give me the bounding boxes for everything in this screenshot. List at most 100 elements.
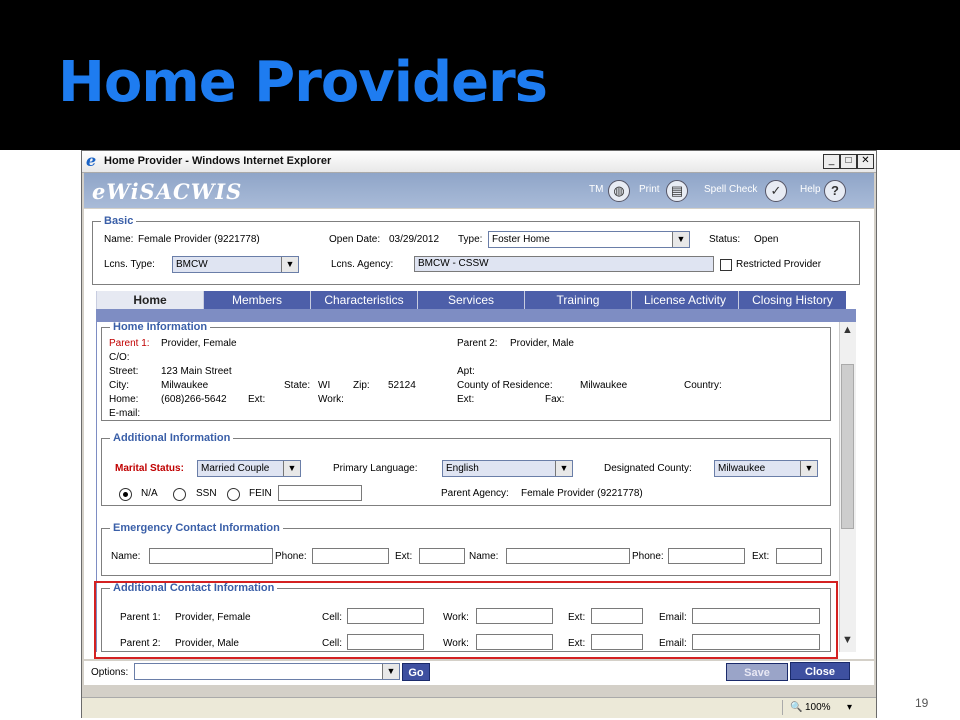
name-value: Female Provider (9221778)	[138, 234, 260, 245]
emergency-ext-label-2: Ext:	[752, 551, 770, 562]
co-label: C/O:	[109, 352, 130, 363]
street-value: 123 Main Street	[161, 366, 232, 377]
emergency-name-label-2: Name:	[469, 551, 499, 562]
tab-training[interactable]: Training	[524, 291, 631, 309]
city-label: City:	[109, 380, 129, 391]
work-ext-label: Ext:	[457, 394, 475, 405]
emergency-ext-input-2[interactable]	[776, 548, 822, 564]
tm-link[interactable]: TM	[589, 184, 603, 195]
parent-agency-label: Parent Agency:	[441, 488, 509, 499]
tab-characteristics[interactable]: Characteristics	[310, 291, 417, 309]
tab-members[interactable]: Members	[203, 291, 310, 309]
go-button[interactable]: Go	[402, 663, 430, 681]
globe-icon[interactable]: ◍	[608, 180, 630, 202]
marital-status-select[interactable]: Married Couple ▼	[197, 460, 301, 477]
help-icon[interactable]: ?	[824, 180, 846, 202]
zoom-level[interactable]: 100%	[805, 702, 831, 713]
state-label: State:	[284, 380, 311, 391]
tab-bar: Home Members Characteristics Services Tr…	[96, 291, 846, 309]
chevron-down-icon: ▼	[382, 664, 399, 679]
scroll-up-icon[interactable]: ▲	[842, 324, 853, 336]
spell-check-link[interactable]: Spell Check	[704, 184, 757, 195]
save-button[interactable]: Save	[726, 663, 788, 681]
lcns-type-select[interactable]: BMCW ▼	[172, 256, 299, 273]
type-select[interactable]: Foster Home ▼	[488, 231, 690, 248]
emergency-name-input-2[interactable]	[506, 548, 630, 564]
state-value: WI	[318, 380, 331, 391]
emergency-phone-input-1[interactable]	[312, 548, 389, 564]
county-residence-label: County of Residence:	[457, 380, 553, 391]
emergency-name-label-1: Name:	[111, 551, 141, 562]
tab-closing-history[interactable]: Closing History	[738, 291, 846, 309]
home-information-legend: Home Information	[113, 321, 208, 333]
radio-na[interactable]	[119, 488, 132, 501]
status-divider	[782, 700, 783, 715]
zoom-chevron-icon[interactable]: ▾	[847, 702, 852, 713]
open-date-value: 03/29/2012	[389, 234, 440, 245]
scroll-down-icon[interactable]: ▼	[842, 634, 853, 646]
street-label: Street:	[109, 366, 139, 377]
help-link[interactable]: Help	[800, 184, 821, 195]
lcns-agency-field[interactable]: BMCW - CSSW	[414, 256, 714, 272]
lcns-type-value: BMCW	[176, 259, 208, 270]
designated-county-value: Milwaukee	[718, 463, 766, 474]
additional-information-legend: Additional Information	[113, 432, 231, 444]
radio-na-label: N/A	[141, 488, 158, 499]
tab-home[interactable]: Home	[96, 291, 203, 309]
emergency-name-input-1[interactable]	[149, 548, 273, 564]
browser-window: e Home Provider - Windows Internet Explo…	[81, 150, 877, 718]
scrollbar-thumb[interactable]	[841, 364, 854, 529]
fax-label: Fax:	[545, 394, 565, 405]
name-label: Name:	[104, 234, 134, 245]
emergency-phone-label-1: Phone:	[275, 551, 307, 562]
vertical-scrollbar[interactable]: ▲ ▼	[839, 322, 856, 652]
work-phone-label: Work:	[318, 394, 344, 405]
radio-fein[interactable]	[227, 488, 240, 501]
lcns-type-label: Lcns. Type:	[104, 259, 155, 270]
primary-language-select[interactable]: English ▼	[442, 460, 573, 477]
app-logo: eWiSACWIS	[92, 179, 243, 204]
status-label: Status:	[709, 234, 741, 245]
status-bar: 🔍 100% ▾	[82, 697, 876, 718]
slide-title: Home Providers	[58, 50, 548, 115]
printer-icon[interactable]: ▤	[666, 180, 688, 202]
home-phone-value: (608)266-5642	[161, 394, 227, 405]
chevron-down-icon: ▼	[555, 461, 572, 476]
restricted-provider-label: Restricted Provider	[736, 259, 822, 270]
chevron-down-icon: ▼	[281, 257, 298, 272]
fein-input[interactable]	[278, 485, 362, 501]
print-link[interactable]: Print	[639, 184, 660, 195]
radio-ssn[interactable]	[173, 488, 186, 501]
highlight-box	[94, 581, 838, 659]
zip-value: 52124	[388, 380, 416, 391]
options-select[interactable]: ▼	[134, 663, 400, 680]
maximize-button[interactable]: □	[840, 154, 857, 169]
chevron-down-icon: ▼	[283, 461, 300, 476]
designated-county-select[interactable]: Milwaukee ▼	[714, 460, 818, 477]
minimize-button[interactable]: _	[823, 154, 840, 169]
emergency-contact-legend: Emergency Contact Information	[113, 522, 280, 534]
zoom-icon[interactable]: 🔍	[790, 702, 802, 713]
city-value: Milwaukee	[161, 380, 209, 391]
options-label: Options:	[91, 667, 129, 678]
tab-license-activity[interactable]: License Activity	[631, 291, 738, 309]
open-date-label: Open Date:	[329, 234, 381, 245]
zip-label: Zip:	[353, 380, 370, 391]
emergency-ext-input-1[interactable]	[419, 548, 465, 564]
county-residence-value: Milwaukee	[580, 380, 628, 391]
chevron-down-icon: ▼	[672, 232, 689, 247]
slide-page-number: 19	[915, 696, 929, 710]
home-ext-label: Ext:	[248, 394, 266, 405]
emergency-ext-label-1: Ext:	[395, 551, 413, 562]
emergency-phone-input-2[interactable]	[668, 548, 745, 564]
close-button[interactable]: Close	[790, 662, 850, 680]
radio-ssn-label: SSN	[196, 488, 217, 499]
spell-check-icon[interactable]: ✓	[765, 180, 787, 202]
radio-fein-label: FEIN	[249, 488, 272, 499]
country-label: Country:	[684, 380, 722, 391]
restricted-provider-checkbox[interactable]	[720, 259, 732, 271]
close-window-button[interactable]: ✕	[857, 154, 874, 169]
tab-services[interactable]: Services	[417, 291, 524, 309]
parent1-label: Parent 1:	[109, 338, 150, 349]
chevron-down-icon: ▼	[800, 461, 817, 476]
